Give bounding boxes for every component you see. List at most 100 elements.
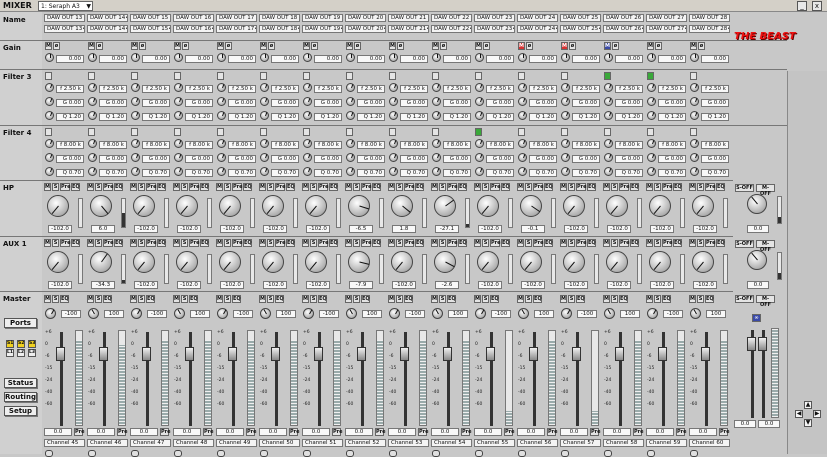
- aux-solo-button[interactable]: S: [611, 239, 618, 247]
- master-aux-knob[interactable]: [747, 250, 767, 270]
- hp-eq-button[interactable]: EQ: [630, 183, 639, 191]
- filter4-freq-knob[interactable]: [217, 139, 226, 148]
- master-solo-button[interactable]: S: [525, 295, 532, 303]
- hp-pre-button[interactable]: Pre: [361, 183, 372, 191]
- hp-send-knob[interactable]: [692, 195, 714, 217]
- hp-mute-button[interactable]: M: [130, 183, 137, 191]
- pan-knob[interactable]: [45, 308, 56, 319]
- gain-mute-button[interactable]: M: [690, 42, 697, 50]
- hp-send-knob[interactable]: [348, 195, 370, 217]
- filter4-enable-button[interactable]: [303, 128, 310, 136]
- side-toggle-s1[interactable]: S1: [6, 340, 14, 348]
- master-solo-button[interactable]: S: [439, 295, 446, 303]
- filter4-enable-button[interactable]: [346, 128, 353, 136]
- channel-name-bottom[interactable]: DAW OUT 17•: [216, 25, 257, 33]
- gain-knob[interactable]: [604, 53, 613, 62]
- gain-phase-button[interactable]: ø: [655, 42, 662, 50]
- aux-eq-button[interactable]: EQ: [157, 239, 166, 247]
- hp-eq-button[interactable]: EQ: [243, 183, 252, 191]
- master-eq-button[interactable]: EQ: [361, 295, 370, 303]
- filter4-freq-knob[interactable]: [518, 139, 527, 148]
- hp-eq-button[interactable]: EQ: [200, 183, 209, 191]
- filter3-gain-knob[interactable]: [647, 97, 656, 106]
- master-eq-button[interactable]: EQ: [189, 295, 198, 303]
- channel-fader[interactable]: [486, 347, 495, 361]
- master-eq-button[interactable]: EQ: [447, 295, 456, 303]
- filter4-gain-knob[interactable]: [604, 153, 613, 162]
- channel-label[interactable]: Channel 52: [345, 439, 386, 447]
- filter3-enable-button[interactable]: [690, 72, 697, 80]
- gain-phase-button[interactable]: ø: [139, 42, 146, 50]
- gain-phase-button[interactable]: ø: [440, 42, 447, 50]
- hp-mute-button[interactable]: M: [302, 183, 309, 191]
- aux-eq-button[interactable]: EQ: [243, 239, 252, 247]
- channel-name-top[interactable]: DAW OUT 19: [302, 14, 343, 22]
- channel-label[interactable]: Channel 57: [560, 439, 601, 447]
- channel-name-bottom[interactable]: DAW OUT 28•: [689, 25, 730, 33]
- aux-mute-button[interactable]: M: [474, 239, 481, 247]
- filter3-q-knob[interactable]: [346, 111, 355, 120]
- filter4-gain-knob[interactable]: [432, 153, 441, 162]
- hp-eq-button[interactable]: EQ: [415, 183, 424, 191]
- hp-eq-button[interactable]: EQ: [157, 183, 166, 191]
- master-mute-button[interactable]: M: [87, 295, 94, 303]
- aux-mute-button[interactable]: M: [302, 239, 309, 247]
- filter4-gain-knob[interactable]: [647, 153, 656, 162]
- aux-pre-button[interactable]: Pre: [275, 239, 286, 247]
- aux-solo-button[interactable]: S: [396, 239, 403, 247]
- channel-name-top[interactable]: DAW OUT 22: [431, 14, 472, 22]
- aux-eq-button[interactable]: EQ: [587, 239, 596, 247]
- ports-button[interactable]: Ports: [4, 318, 37, 328]
- master-eq-button[interactable]: EQ: [576, 295, 585, 303]
- aux-send-knob[interactable]: [90, 251, 112, 273]
- pan-knob[interactable]: [647, 308, 658, 319]
- channel-label[interactable]: Channel 56: [517, 439, 558, 447]
- filter4-gain-knob[interactable]: [561, 153, 570, 162]
- channel-name-top[interactable]: DAW OUT 14•: [87, 14, 128, 22]
- filter4-freq-knob[interactable]: [690, 139, 699, 148]
- filter3-enable-button[interactable]: [604, 72, 611, 80]
- fader-pre-button[interactable]: Pre: [461, 428, 472, 436]
- hp-send-knob[interactable]: [563, 195, 585, 217]
- arrow-left-icon[interactable]: ◀: [795, 410, 803, 418]
- channel-name-bottom[interactable]: DAW OUT 21•: [388, 25, 429, 33]
- channel-fader[interactable]: [443, 347, 452, 361]
- filter3-freq-knob[interactable]: [604, 83, 613, 92]
- filter3-freq-knob[interactable]: [45, 83, 54, 92]
- master-solo-button[interactable]: S: [353, 295, 360, 303]
- master-eq-button[interactable]: EQ: [662, 295, 671, 303]
- hp-eq-button[interactable]: EQ: [458, 183, 467, 191]
- channel-name-bottom[interactable]: DAW OUT 19•: [302, 25, 343, 33]
- hp-pre-button[interactable]: Pre: [533, 183, 544, 191]
- channel-name-top[interactable]: DAW OUT 13: [44, 14, 85, 22]
- filter3-gain-knob[interactable]: [432, 97, 441, 106]
- filter3-gain-knob[interactable]: [561, 97, 570, 106]
- status-button[interactable]: Status: [4, 378, 37, 388]
- master-mute-button[interactable]: M: [259, 295, 266, 303]
- aux-solo-button[interactable]: S: [525, 239, 532, 247]
- hp-pre-button[interactable]: Pre: [404, 183, 415, 191]
- filter3-gain-knob[interactable]: [260, 97, 269, 106]
- channel-name-bottom[interactable]: DAW OUT 13•: [44, 25, 85, 33]
- filter3-freq-knob[interactable]: [475, 83, 484, 92]
- master-eq-button[interactable]: EQ: [533, 295, 542, 303]
- aux-mute-button[interactable]: M: [603, 239, 610, 247]
- gain-knob[interactable]: [518, 53, 527, 62]
- minimize-button[interactable]: _: [797, 1, 807, 11]
- aux-mute-button[interactable]: M: [517, 239, 524, 247]
- channel-fader[interactable]: [400, 347, 409, 361]
- filter4-gain-knob[interactable]: [389, 153, 398, 162]
- gain-phase-button[interactable]: ø: [397, 42, 404, 50]
- hp-mute-button[interactable]: M: [44, 183, 51, 191]
- hp-eq-button[interactable]: EQ: [329, 183, 338, 191]
- gain-phase-button[interactable]: ø: [268, 42, 275, 50]
- hp-pre-button[interactable]: Pre: [576, 183, 587, 191]
- close-button[interactable]: x: [812, 1, 822, 11]
- fader-pre-button[interactable]: Pre: [719, 428, 730, 436]
- hp-eq-button[interactable]: EQ: [372, 183, 381, 191]
- filter3-gain-knob[interactable]: [346, 97, 355, 106]
- side-toggle-s3[interactable]: S3: [28, 340, 36, 348]
- gain-knob[interactable]: [475, 53, 484, 62]
- master-solo-button[interactable]: S: [267, 295, 274, 303]
- gain-mute-button[interactable]: M: [647, 42, 654, 50]
